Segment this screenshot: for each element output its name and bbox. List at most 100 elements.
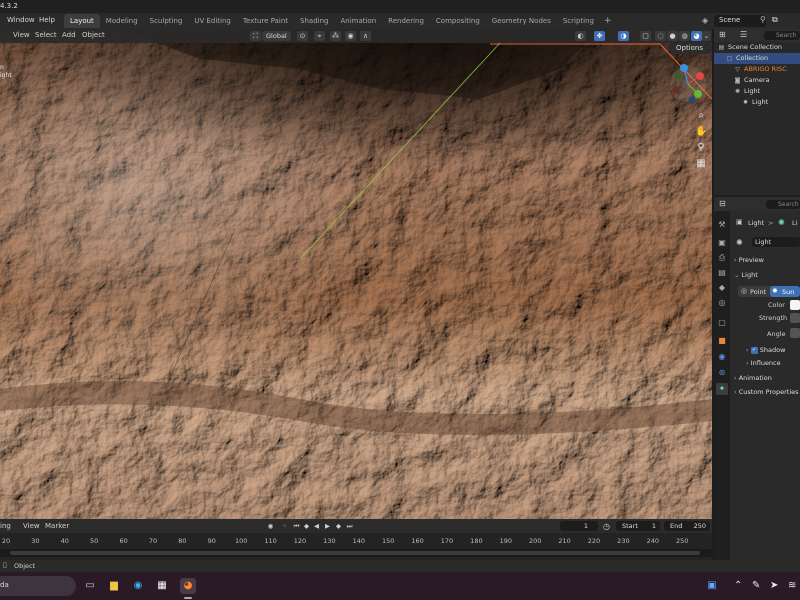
timeline-menu-view[interactable]: View (23, 522, 40, 530)
clock-icon[interactable]: ◷ (602, 522, 611, 531)
pan-hand-icon[interactable]: ✋ (695, 126, 707, 138)
section-custom-properties[interactable]: › Custom Properties (734, 387, 800, 398)
tool-tab-icon[interactable]: ⚒ (716, 219, 728, 231)
strength-field[interactable] (790, 313, 800, 323)
tray-pen-icon[interactable]: ✎ (752, 580, 760, 591)
outliner-row[interactable]: ▢ Collection (714, 53, 800, 64)
pin-icon[interactable]: ⚲ (760, 15, 766, 24)
shading-solid-icon[interactable]: ● (667, 31, 678, 41)
outliner-row[interactable]: ◙ Camera (714, 75, 800, 86)
viewport-menu-view[interactable]: View (13, 31, 30, 39)
timeline-scrollbar-thumb[interactable] (10, 551, 700, 555)
shadow-checkbox[interactable]: ✓ (750, 346, 758, 354)
outliner-row[interactable]: ✺ Light (714, 86, 800, 97)
navigation-gizmo[interactable] (668, 60, 708, 106)
outliner-row[interactable]: ✹ Light (714, 97, 800, 108)
light-datablock-icon[interactable]: ✺ (736, 238, 743, 247)
shading-material-icon[interactable]: ◍ (679, 31, 690, 41)
physics-tab-icon[interactable]: ◉ (716, 351, 728, 363)
viewport-menu-select[interactable]: Select (35, 31, 57, 39)
file-explorer-icon[interactable]: ▆ (106, 578, 122, 594)
blender-taskbar-icon[interactable]: ◕ (180, 578, 196, 594)
tray-chevron-icon[interactable]: ⌃ (734, 580, 742, 591)
zoom-icon[interactable]: ⌕ (695, 110, 707, 122)
menu-help[interactable]: Help (39, 16, 55, 24)
menu-window[interactable]: Window (7, 16, 35, 24)
snap-target-icon[interactable]: ⁂ (330, 31, 341, 41)
section-influence[interactable]: › Influence (746, 358, 800, 369)
snap-icon[interactable]: ⌖ (314, 31, 325, 41)
light-type-point[interactable]: Point (750, 288, 766, 296)
scene-selector[interactable]: ◈ Scene ⚲ ⧉ (700, 15, 800, 27)
tray-send-icon[interactable]: ➤ (770, 580, 778, 591)
shading-wireframe-icon[interactable]: ◌ (655, 31, 666, 41)
render-tab-icon[interactable]: ▣ (716, 237, 728, 249)
section-light[interactable]: ⌄ Light (734, 270, 800, 281)
transform-orientation-icon[interactable]: ⛶ (250, 31, 261, 41)
next-keyframe-icon[interactable]: ◆ (334, 522, 343, 531)
store-icon[interactable]: ▦ (154, 578, 170, 594)
tab-geometry-nodes[interactable]: Geometry Nodes (486, 14, 557, 28)
properties-search-input[interactable]: Search (766, 200, 800, 209)
timeline-menu-marker[interactable]: Marker (45, 522, 69, 530)
falloff-icon[interactable]: ∧ (360, 31, 371, 41)
xray-icon[interactable]: ▢ (640, 31, 651, 41)
pivot-icon[interactable]: ⊙ (297, 31, 308, 41)
output-tab-icon[interactable]: ⎙ (716, 252, 728, 264)
current-frame-field[interactable]: 1 (560, 521, 598, 531)
transform-orientation-dropdown[interactable]: Global (262, 31, 291, 41)
editor-type-icon[interactable]: ⊞ (719, 30, 726, 39)
start-frame-field[interactable]: Start 1 (616, 521, 660, 531)
timeline-menu-playback[interactable]: ing (0, 522, 11, 530)
tab-rendering[interactable]: Rendering (382, 14, 430, 28)
jump-start-icon[interactable]: ⏮ (292, 522, 301, 531)
view-layer-tab-icon[interactable]: ▤ (716, 267, 728, 279)
play-icon[interactable]: ▶ (323, 522, 332, 531)
play-reverse-icon[interactable]: ◀ (312, 522, 321, 531)
gizmo-toggle-icon[interactable]: ✥ (594, 31, 605, 41)
outliner-row[interactable]: ▽ ABRIGO RISC (714, 64, 800, 75)
light-datablock-field[interactable]: Light (752, 237, 800, 247)
shading-options-icon[interactable]: ⌄ (702, 31, 711, 41)
timeline-scrollbar[interactable] (0, 549, 712, 557)
tab-sculpting[interactable]: Sculpting (144, 14, 189, 28)
task-view-icon[interactable]: ▭ (82, 578, 98, 594)
display-mode-icon[interactable]: ☰ (740, 30, 747, 39)
tab-scripting[interactable]: Scripting (557, 14, 600, 28)
jump-end-icon[interactable]: ⏭ (345, 522, 354, 531)
keying-icon[interactable]: ◦ (280, 522, 289, 531)
tab-uv-editing[interactable]: UV Editing (188, 14, 237, 28)
tab-shading[interactable]: Shading (294, 14, 334, 28)
scene-tab-icon[interactable]: ◆ (716, 282, 728, 294)
tab-compositing[interactable]: Compositing (430, 14, 486, 28)
outliner-search-input[interactable]: Search (764, 31, 800, 40)
tab-layout[interactable]: Layout (64, 14, 100, 28)
edge-browser-icon[interactable]: ◉ (130, 578, 146, 594)
outliner-row[interactable]: ▤ Scene Collection (714, 42, 800, 53)
overlays-toggle-icon[interactable]: ◑ (618, 31, 629, 41)
light-type-sun-active[interactable]: ✹ Sun (770, 286, 800, 297)
tab-texture-paint[interactable]: Texture Paint (237, 14, 294, 28)
section-preview[interactable]: › Preview (734, 255, 800, 266)
tray-wifi-icon[interactable]: ≋ (788, 580, 796, 591)
3d-viewport[interactable] (0, 29, 712, 519)
light-data-tab-icon[interactable]: ✦ (716, 383, 728, 395)
tab-modeling[interactable]: Modeling (100, 14, 144, 28)
constraints-tab-icon[interactable]: ⊛ (716, 367, 728, 379)
light-color-swatch[interactable] (790, 300, 800, 310)
add-workspace-button[interactable]: + (600, 14, 616, 29)
section-shadow[interactable]: › ✓ Shadow (746, 345, 800, 356)
widgets-icon[interactable]: ▣ (704, 578, 720, 594)
collection-tab-icon[interactable]: ▢ (716, 317, 728, 329)
end-frame-field[interactable]: End 250 (664, 521, 710, 531)
new-scene-icon[interactable]: ⧉ (772, 15, 778, 25)
object-tab-icon[interactable]: ■ (716, 335, 728, 347)
viewport-menu-object[interactable]: Object (82, 31, 105, 39)
proportional-edit-icon[interactable]: ◉ (345, 31, 356, 41)
viewport-options-button[interactable]: Options (668, 43, 712, 54)
camera-view-icon[interactable]: ⚲ (695, 142, 707, 154)
visibility-icon[interactable]: ◐ (575, 31, 586, 41)
editor-type-icon[interactable]: ⊟ (719, 199, 726, 208)
angle-field[interactable] (790, 328, 800, 338)
perspective-grid-icon[interactable]: ▦ (695, 158, 707, 170)
